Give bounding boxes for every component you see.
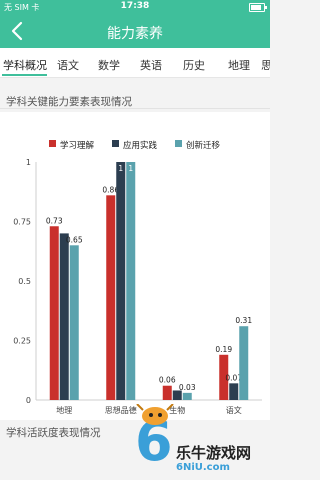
tab-history[interactable]: 历史 [183,57,205,73]
legend-swatch-understanding [49,140,56,147]
bar-2-2 [182,392,192,400]
divider [0,108,270,109]
data-label: 1 [128,164,133,173]
legend-swatch-innovation [175,140,182,147]
data-label: 0.65 [66,235,83,244]
y-tick-label: 1 [26,158,31,167]
watermark-url: 6NiU.com [176,462,230,473]
ability-bar-chart: 00.250.50.7510.730.65地理0.861 1思想品德0.060.0… [13,158,262,415]
y-tick-label: 0.25 [13,337,31,346]
watermark-text: 乐牛游戏网 [176,444,252,462]
page-title: 能力素养 [107,26,163,42]
bar-0-1 [106,195,116,400]
x-tick-label: 思想品德 [105,405,137,415]
bar-0-2 [162,385,172,400]
bar-2-0 [69,245,79,400]
bar-1-1 [116,162,126,400]
bar-2-3 [239,326,249,400]
y-tick-label: 0.75 [13,218,31,227]
tab-overview[interactable]: 学科概况 [3,57,47,73]
status-bar: 无 SIM 卡 17:38 [0,0,270,14]
active-tab-indicator [2,74,47,76]
clock: 17:38 [120,1,150,11]
y-tick-label: 0.5 [18,277,31,286]
subject-tabs: 学科概况 语文 数学 英语 历史 地理 思 [0,48,270,78]
tab-geography[interactable]: 地理 [228,57,250,73]
legend-swatch-application [112,140,119,147]
x-tick-label: 地理 [56,405,72,415]
tab-politics[interactable]: 思 [261,57,270,73]
bar-0-0 [49,226,59,400]
bar-2-1 [126,162,136,400]
data-label: 0.03 [179,383,196,392]
section-title-activity: 学科活跃度表现情况 [6,427,101,439]
nav-bar: 能力素养 [0,14,270,48]
data-label: 0.31 [235,316,252,325]
bar-1-3 [229,383,239,400]
tab-chinese[interactable]: 语文 [57,57,79,73]
section-title-abilities: 学科关键能力要素表现情况 [6,96,132,108]
tab-english[interactable]: 英语 [140,57,162,73]
y-tick-label: 0 [26,396,31,405]
battery-level [251,5,262,10]
bar-1-2 [172,390,182,400]
tab-math[interactable]: 数学 [98,57,120,73]
data-label: 1 [118,164,123,173]
data-label: 0.19 [215,345,232,354]
bar-1-0 [59,233,69,400]
data-label: 0.06 [159,376,176,385]
battery-icon [249,3,267,12]
data-label: 0.73 [46,216,63,225]
